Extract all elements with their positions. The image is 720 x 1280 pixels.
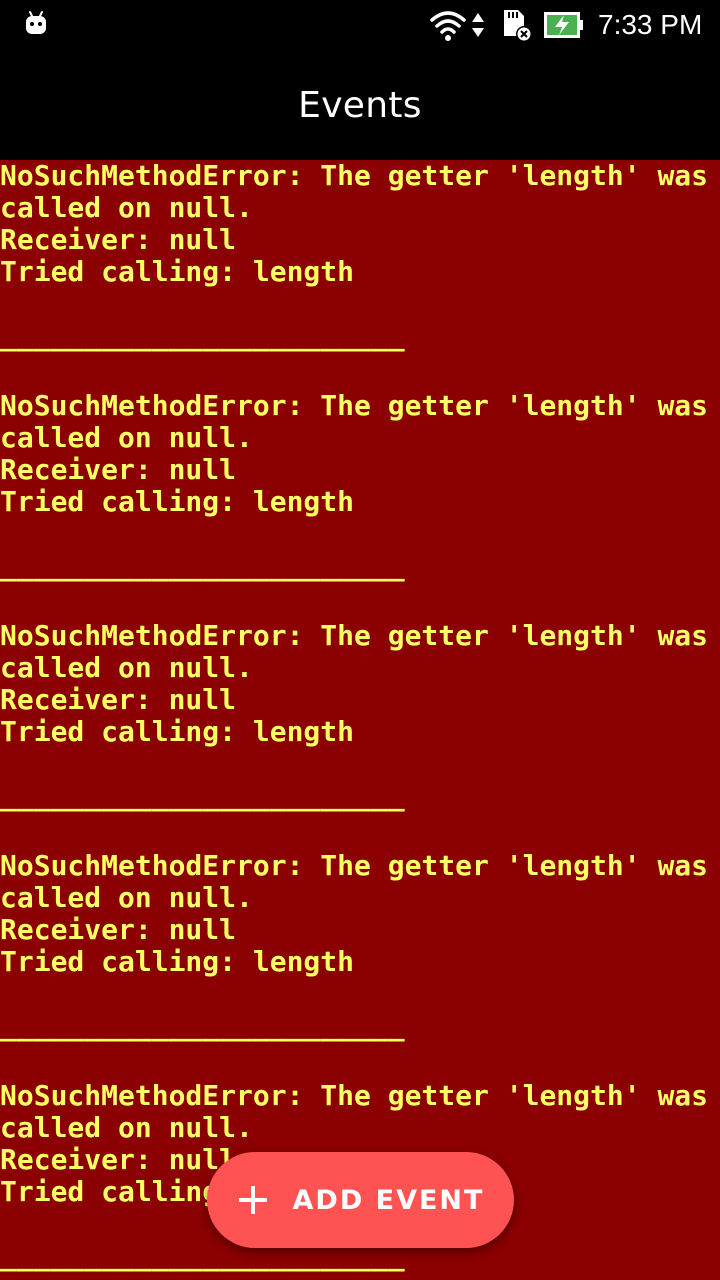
list-item: NoSuchMethodError: The getter 'length' w…	[0, 160, 720, 352]
error-tried-line: Tried calling: length	[0, 715, 355, 748]
error-message-line: NoSuchMethodError: The getter 'length' w…	[0, 389, 709, 422]
separator: ________________________	[0, 779, 405, 812]
add-event-button[interactable]: ADD EVENT	[207, 1152, 514, 1248]
error-tried-line: Tried calling: length	[0, 485, 355, 518]
error-receiver-line: Receiver: null	[0, 223, 237, 256]
error-tried-line: Tried calling: length	[0, 945, 355, 978]
separator: ________________________	[0, 319, 405, 352]
error-receiver-line: Receiver: null	[0, 453, 237, 486]
data-arrows-icon	[472, 13, 484, 37]
plus-icon	[238, 1186, 267, 1214]
list-item: NoSuchMethodError: The getter 'length' w…	[0, 850, 720, 1042]
error-message-line: called on null.	[0, 651, 253, 684]
error-message-line: called on null.	[0, 191, 253, 224]
add-event-label: ADD EVENT	[292, 1184, 485, 1216]
error-message-line: NoSuchMethodError: The getter 'length' w…	[0, 619, 709, 652]
separator: ________________________	[0, 1009, 405, 1042]
error-message-line: NoSuchMethodError: The getter 'length' w…	[0, 160, 709, 192]
error-message-line: NoSuchMethodError: The getter 'length' w…	[0, 1079, 709, 1112]
sd-card-error-icon	[504, 10, 532, 42]
wifi-icon	[430, 11, 466, 41]
separator: ________________________	[0, 549, 405, 582]
battery-charging-icon	[544, 12, 583, 38]
list-item: NoSuchMethodError: The getter 'length' w…	[0, 390, 720, 582]
status-bar: 7:33 PM	[0, 0, 720, 50]
android-icon	[26, 11, 46, 34]
status-time: 7:33 PM	[598, 9, 703, 40]
page-title: Events	[298, 84, 422, 126]
event-list[interactable]: NoSuchMethodError: The getter 'length' w…	[0, 160, 720, 1280]
error-message-line: NoSuchMethodError: The getter 'length' w…	[0, 849, 709, 882]
error-receiver-line: Receiver: null	[0, 683, 237, 716]
error-tried-line: Tried calling: length	[0, 255, 355, 288]
error-message-line: called on null.	[0, 881, 253, 914]
error-receiver-line: Receiver: null	[0, 913, 237, 946]
app-bar: Events	[0, 50, 720, 160]
error-message-line: called on null.	[0, 421, 253, 454]
list-item: NoSuchMethodError: The getter 'length' w…	[0, 620, 720, 812]
error-message-line: called on null.	[0, 1111, 253, 1144]
